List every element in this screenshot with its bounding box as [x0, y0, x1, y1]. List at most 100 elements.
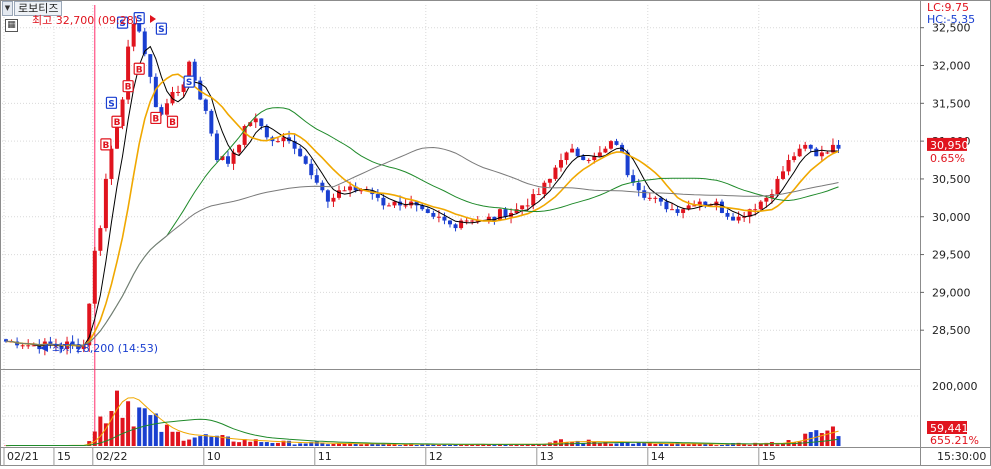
volume-bar — [615, 444, 619, 446]
candle-body — [209, 111, 213, 134]
volume-bar — [165, 425, 169, 446]
candle-body — [309, 164, 313, 175]
candle-body — [104, 179, 108, 228]
candle-body — [348, 187, 352, 191]
candle-body — [331, 198, 335, 202]
time-tick-label: 12 — [429, 450, 443, 463]
candle-body — [548, 179, 552, 183]
volume-bar — [509, 445, 513, 446]
time-tick-label: 14 — [651, 450, 665, 463]
volume-bar — [653, 444, 657, 446]
volume-bar — [459, 445, 463, 446]
candle-body — [609, 141, 613, 149]
candle-body — [404, 205, 408, 206]
candle-body — [615, 141, 619, 145]
volume-tick-label: 200,000 — [932, 380, 978, 393]
volume-bar — [437, 445, 441, 446]
volume-bar — [182, 441, 186, 446]
chart-svg[interactable]: 32,50032,00031,50031,00030,50030,00029,5… — [0, 0, 991, 466]
candle-body — [437, 217, 441, 218]
trade-badge-label: B — [114, 118, 121, 128]
candle-body — [642, 190, 646, 198]
candle-body — [504, 209, 508, 217]
candle-body — [426, 209, 430, 213]
candle-body — [603, 149, 607, 153]
candle-body — [215, 134, 219, 160]
volume-bar — [98, 417, 102, 446]
candle-body — [565, 152, 569, 160]
volume-bar — [270, 443, 274, 446]
trade-badge-label: B — [125, 83, 132, 93]
volume-bar — [237, 442, 241, 446]
time-tick-label: 15 — [762, 450, 776, 463]
volume-bar — [476, 445, 480, 446]
volume-bar — [592, 442, 596, 446]
candle-body — [470, 221, 474, 222]
candle-body — [526, 205, 530, 206]
volume-bar — [465, 445, 469, 446]
candle-body — [176, 92, 180, 93]
volume-bar — [293, 444, 297, 446]
trade-badge-label: S — [186, 78, 192, 88]
price-tick-label: 32,000 — [932, 60, 971, 73]
volume-bar — [448, 445, 452, 446]
price-tick-label: 29,500 — [932, 249, 971, 262]
volume-bar — [515, 445, 519, 446]
stock-chart[interactable]: 32,50032,00031,50031,00030,50030,00029,5… — [0, 0, 991, 466]
candle-body — [598, 152, 602, 156]
volume-bar — [454, 445, 458, 446]
time-tick-label: 02/22 — [96, 450, 128, 463]
volume-bar — [198, 436, 202, 446]
candle-body — [265, 126, 269, 137]
volume-bar — [298, 443, 302, 446]
volume-bar — [315, 442, 319, 446]
candle-body — [520, 205, 524, 209]
time-tick-label: 02/21 — [7, 450, 39, 463]
volume-bar — [171, 432, 175, 446]
candle-body — [165, 103, 169, 114]
volume-bar — [126, 401, 130, 446]
candle-body — [775, 179, 779, 194]
candle-body — [254, 118, 258, 122]
volume-bar — [504, 445, 508, 446]
volume-bar — [193, 438, 197, 446]
candle-body — [326, 190, 330, 201]
volume-bar — [687, 444, 691, 446]
candle-body — [431, 213, 435, 217]
volume-bar — [159, 432, 163, 446]
candle-body — [276, 141, 280, 142]
candle-body — [21, 345, 25, 346]
candle-body — [553, 168, 557, 179]
candle-body — [98, 228, 102, 251]
grid-icon[interactable]: ▦ — [5, 19, 18, 32]
volume-bar — [331, 444, 335, 446]
trade-badge-label: S — [158, 25, 164, 35]
candle-body — [814, 149, 818, 157]
candle-body — [753, 209, 757, 210]
candle-body — [648, 198, 652, 199]
candle-body — [576, 149, 580, 157]
candle-body — [465, 221, 469, 222]
candle-body — [498, 209, 502, 220]
candle-body — [204, 100, 208, 111]
time-tick-label: 10 — [207, 450, 221, 463]
volume-bar — [276, 443, 280, 446]
candle-body — [387, 205, 391, 206]
volume-bar — [748, 445, 752, 446]
trade-badge-label: B — [169, 118, 176, 128]
candle-body — [587, 160, 591, 161]
volume-bar — [232, 442, 236, 446]
candle-body — [809, 145, 813, 149]
time-tick-label: 15 — [57, 450, 71, 463]
candle-body — [820, 152, 824, 156]
last-change-label: 0.65% — [930, 152, 965, 165]
price-tick-label: 29,000 — [932, 286, 971, 299]
candle-body — [531, 194, 535, 205]
stock-dropdown-icon[interactable]: ▼ — [2, 1, 13, 16]
candle-body — [304, 156, 308, 164]
candle-body — [559, 160, 563, 168]
volume-bar — [470, 445, 474, 446]
candle-body — [726, 213, 730, 217]
volume-bar — [837, 436, 841, 446]
volume-bar — [115, 391, 119, 446]
